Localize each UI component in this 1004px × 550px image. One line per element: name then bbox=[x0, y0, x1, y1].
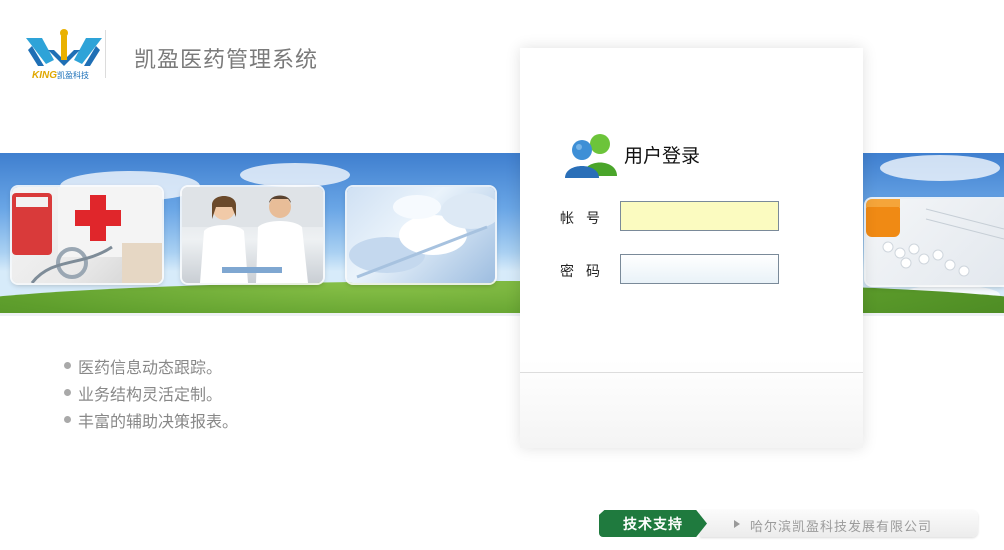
logo-subtitle: 凯盈科技 bbox=[57, 71, 89, 80]
feature-item: 业务结构灵活定制。 bbox=[64, 379, 238, 406]
account-label: 帐号 bbox=[560, 211, 612, 227]
feature-text: 丰富的辅助决策报表。 bbox=[78, 411, 239, 431]
company-name[interactable]: 哈尔滨凯盈科技发展有限公司 bbox=[750, 516, 932, 535]
banner-photo-doctors bbox=[182, 187, 323, 283]
feature-text: 业务结构灵活定制。 bbox=[78, 384, 223, 404]
login-panel bbox=[520, 48, 863, 448]
banner-photo-pill-bottle bbox=[866, 199, 1004, 285]
password-label: 密码 bbox=[560, 264, 612, 280]
feature-item: 丰富的辅助决策报表。 bbox=[64, 406, 238, 433]
bullet-icon bbox=[64, 389, 71, 396]
king-logo-icon bbox=[26, 29, 102, 66]
bullet-icon bbox=[64, 362, 71, 369]
arrow-right-icon bbox=[734, 520, 740, 528]
feature-text: 医药信息动态跟踪。 bbox=[78, 357, 223, 377]
feature-list: 医药信息动态跟踪。 业务结构灵活定制。 丰富的辅助决策报表。 bbox=[64, 352, 238, 433]
banner-photo-pills bbox=[347, 187, 495, 283]
password-input[interactable] bbox=[620, 254, 779, 284]
feature-item: 医药信息动态跟踪。 bbox=[64, 352, 238, 379]
login-panel-divider bbox=[520, 372, 863, 373]
page-title: 凯盈医药管理系统 bbox=[134, 48, 319, 73]
logo-brand: KING bbox=[32, 70, 57, 81]
login-title: 用户登录 bbox=[624, 145, 701, 167]
account-input[interactable] bbox=[620, 201, 779, 231]
header-divider bbox=[105, 30, 106, 78]
bullet-icon bbox=[64, 416, 71, 423]
logo-text: KING凯盈科技 bbox=[32, 70, 89, 81]
users-icon bbox=[565, 134, 617, 178]
banner-photo-medical-kit bbox=[12, 187, 162, 283]
tech-support-badge: 技术支持 bbox=[599, 510, 707, 537]
